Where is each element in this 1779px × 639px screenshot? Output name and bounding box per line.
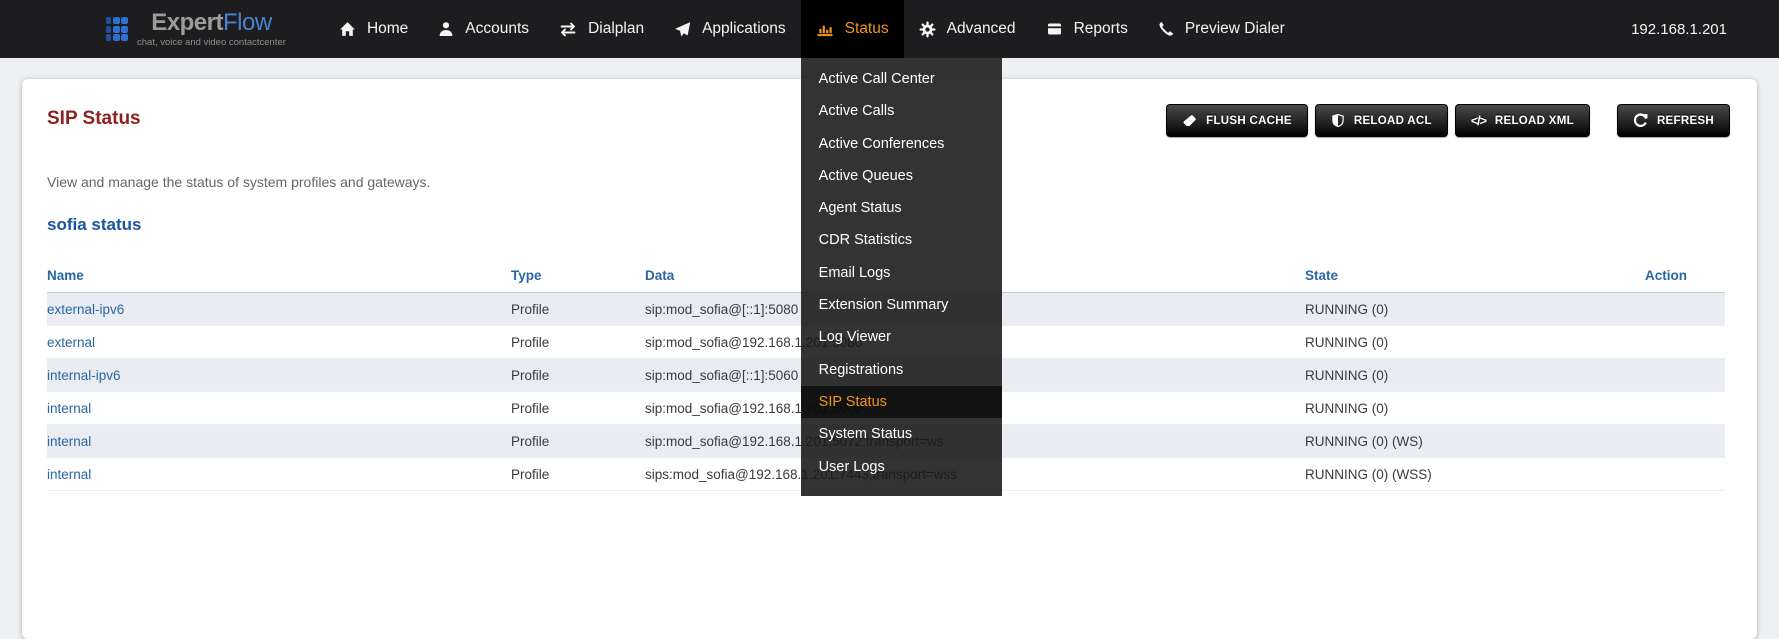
paper-plane-icon [674,21,691,38]
server-ip: 192.168.1.201 [1631,21,1727,38]
cell-action [1645,425,1725,458]
nav-item-dialplan[interactable]: Dialplan [544,0,659,58]
button-label: RELOAD ACL [1354,115,1432,127]
cell-type: Profile [511,458,645,491]
profile-link[interactable]: internal-ipv6 [47,368,121,383]
shield-icon [1331,113,1345,128]
expertflow-logo[interactable]: ExpertFlow chat, voice and video contact… [106,0,286,58]
status-menu-item-sip-status[interactable]: SIP Status [801,386,1002,418]
nav-item-accounts[interactable]: Accounts [423,0,544,58]
cell-state: RUNNING (0) [1305,293,1645,326]
cell-state: RUNNING (0) (WS) [1305,425,1645,458]
nav-item-preview-dialer[interactable]: Preview Dialer [1143,0,1300,58]
cell-state: RUNNING (0) [1305,359,1645,392]
refresh-button[interactable]: REFRESH [1617,104,1730,137]
nav-item-label: Applications [702,20,786,38]
nav-item-reports[interactable]: Reports [1031,0,1143,58]
eraser-icon [1182,114,1197,128]
nav-item-label: Status [845,20,889,38]
refresh-icon [1633,113,1648,128]
cell-action [1645,326,1725,359]
cell-type: Profile [511,359,645,392]
flush-cache-button[interactable]: FLUSH CACHE [1166,104,1308,137]
nav-item-advanced[interactable]: Advanced [904,0,1031,58]
button-label: RELOAD XML [1495,115,1574,127]
cell-action [1645,293,1725,326]
status-menu-item-active-queues[interactable]: Active Queues [801,160,1002,192]
cell-type: Profile [511,326,645,359]
cell-state: RUNNING (0) [1305,326,1645,359]
button-label: REFRESH [1657,115,1714,127]
user-icon [438,21,454,37]
nav-item-label: Home [367,20,408,38]
cell-action [1645,392,1725,425]
nav-item-home[interactable]: Home [324,0,423,58]
main-nav: Home Accounts Dialplan Applications Stat… [324,0,1300,58]
profile-link[interactable]: external [47,335,95,350]
toolbar: FLUSH CACHE RELOAD ACL </> RELOAD XML RE… [1159,104,1730,137]
profile-link[interactable]: internal [47,401,91,416]
status-menu-item-extension-summary[interactable]: Extension Summary [801,289,1002,321]
nav-item-applications[interactable]: Applications [659,0,801,58]
bar-chart-icon [816,21,834,38]
cell-name: external-ipv6 [47,293,511,326]
status-menu-item-log-viewer[interactable]: Log Viewer [801,321,1002,353]
nav-item-label: Dialplan [588,20,644,38]
status-menu-item-agent-status[interactable]: Agent Status [801,192,1002,224]
nav-item-status[interactable]: Status Active Call CenterActive CallsAct… [801,0,904,58]
column-header-type[interactable]: Type [511,268,645,293]
profile-link[interactable]: external-ipv6 [47,302,124,317]
exchange-icon [559,22,577,37]
cell-name: internal-ipv6 [47,359,511,392]
status-menu-item-user-logs[interactable]: User Logs [801,451,1002,483]
profile-link[interactable]: internal [47,434,91,449]
column-header-name[interactable]: Name [47,268,511,293]
code-icon: </> [1471,114,1486,128]
cell-name: internal [47,425,511,458]
status-dropdown-menu: Active Call CenterActive CallsActive Con… [801,58,1002,496]
cell-name: internal [47,458,511,491]
cell-state: RUNNING (0) [1305,392,1645,425]
status-menu-item-active-call-center[interactable]: Active Call Center [801,63,1002,95]
cell-action [1645,359,1725,392]
cell-name: internal [47,392,511,425]
nav-item-label: Reports [1074,20,1128,38]
phone-icon [1158,21,1174,37]
reload-xml-button[interactable]: </> RELOAD XML [1455,104,1590,137]
column-header-action[interactable]: Action [1645,268,1725,293]
archive-icon [1046,21,1063,37]
status-menu-item-registrations[interactable]: Registrations [801,354,1002,386]
cell-state: RUNNING (0) (WSS) [1305,458,1645,491]
nav-item-label: Preview Dialer [1185,20,1285,38]
nav-item-label: Accounts [465,20,529,38]
home-icon [339,21,356,38]
status-menu-item-cdr-statistics[interactable]: CDR Statistics [801,224,1002,256]
brand-name: ExpertFlow [151,11,271,35]
cell-name: external [47,326,511,359]
cell-type: Profile [511,425,645,458]
brand-tagline: chat, voice and video contactcenter [137,37,286,48]
reload-acl-button[interactable]: RELOAD ACL [1315,104,1448,137]
button-label: FLUSH CACHE [1206,115,1292,127]
cell-type: Profile [511,293,645,326]
cell-action [1645,458,1725,491]
status-menu-item-email-logs[interactable]: Email Logs [801,257,1002,289]
top-navbar: ExpertFlow chat, voice and video contact… [0,0,1779,58]
cell-type: Profile [511,392,645,425]
gear-icon [919,21,936,38]
column-header-state[interactable]: State [1305,268,1645,293]
status-menu-item-active-conferences[interactable]: Active Conferences [801,128,1002,160]
expertflow-logo-icon [106,17,130,41]
profile-link[interactable]: internal [47,467,91,482]
status-menu-item-system-status[interactable]: System Status [801,418,1002,450]
nav-item-label: Advanced [947,20,1016,38]
status-menu-item-active-calls[interactable]: Active Calls [801,95,1002,127]
